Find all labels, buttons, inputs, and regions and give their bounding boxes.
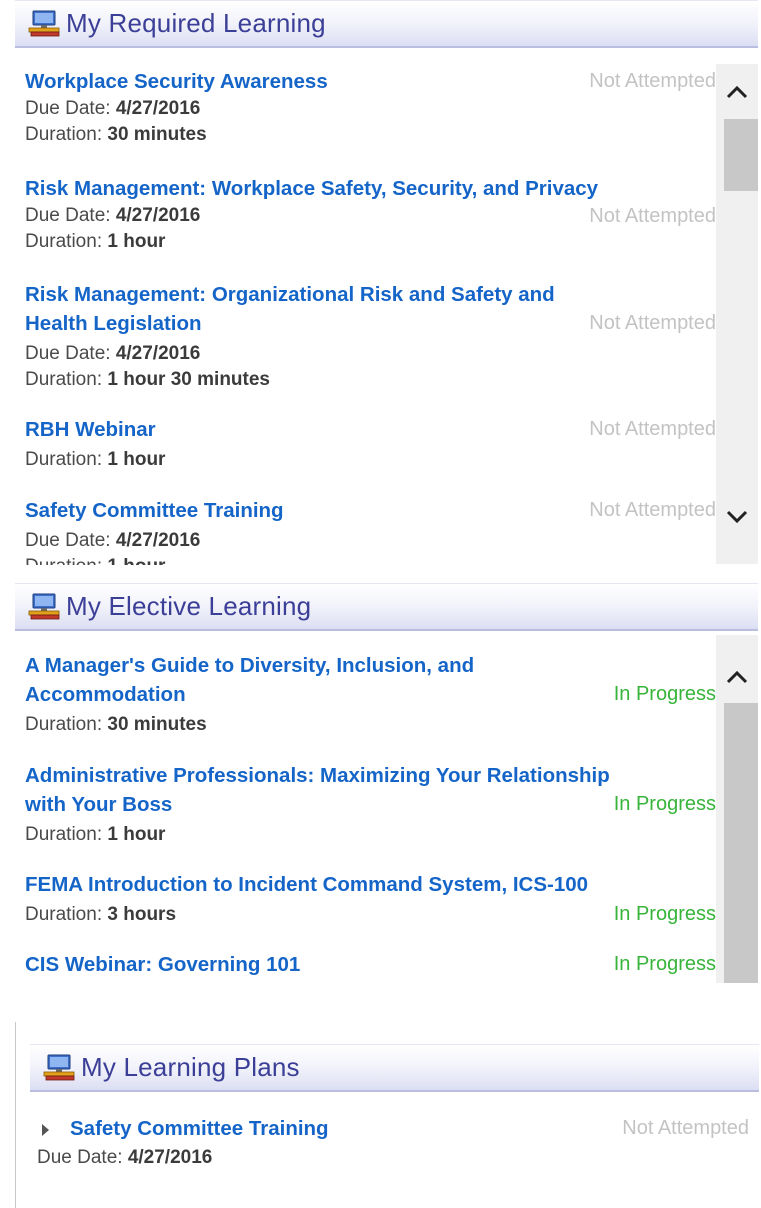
learning-plans-panel: My Learning Plans Safety Committee Train…: [15, 1022, 761, 1208]
list-item: Administrative Professionals: Maximizing…: [15, 761, 716, 848]
required-learning-header: My Required Learning: [15, 0, 758, 48]
learning-plans-list: Safety Committee Training Not Attempted …: [16, 1114, 761, 1208]
duration: Duration: 30 minutes: [25, 124, 207, 145]
chevron-down-icon[interactable]: [716, 496, 758, 536]
panel-title: My Required Learning: [66, 8, 326, 38]
status-label: In Progress: [613, 903, 716, 925]
due-date: Due Date: 4/27/2016: [37, 1147, 213, 1168]
required-learning-list[interactable]: Workplace Security Awareness Not Attempt…: [15, 62, 716, 565]
panel-title: My Elective Learning: [66, 591, 312, 621]
duration: Duration: 1 hour: [25, 824, 166, 845]
status-label: Not Attempted: [589, 205, 716, 227]
computer-books-icon: [27, 592, 61, 622]
elective-learning-header: My Elective Learning: [15, 583, 758, 631]
duration: Duration: 1 hour: [25, 554, 708, 565]
duration: Duration: 1 hour: [25, 449, 166, 470]
scroll-thumb[interactable]: [724, 703, 758, 983]
chevron-up-icon[interactable]: [716, 657, 758, 697]
elective-learning-list[interactable]: A Manager's Guide to Diversity, Inclusio…: [15, 645, 716, 983]
computer-books-icon: [27, 9, 61, 39]
status-label: Not Attempted: [589, 70, 716, 92]
status-label: In Progress: [613, 683, 716, 705]
list-item: RBH Webinar Not Attempted Duration: 1 ho…: [15, 415, 716, 473]
course-title-link[interactable]: Risk Management: Workplace Safety, Secur…: [25, 174, 705, 203]
due-date: Due Date: 4/27/2016: [25, 530, 201, 551]
elective-learning-panel: My Elective Learning A Manager's Guide t…: [15, 583, 758, 983]
list-item: Safety Committee Training Not Attempted …: [28, 1114, 749, 1171]
panel-title: My Learning Plans: [81, 1052, 300, 1082]
elective-scrollbar[interactable]: [716, 635, 758, 983]
list-item: Workplace Security Awareness Not Attempt…: [15, 67, 716, 148]
course-title-link[interactable]: Administrative Professionals: Maximizing…: [25, 761, 705, 819]
course-title-link[interactable]: FEMA Introduction to Incident Command Sy…: [25, 870, 705, 899]
status-label: Not Attempted: [589, 499, 716, 521]
list-item: Risk Management: Organizational Risk and…: [15, 280, 716, 393]
list-item: CIS Webinar: Governing 101 In Progress: [15, 950, 716, 979]
course-title-link[interactable]: A Manager's Guide to Diversity, Inclusio…: [25, 651, 705, 709]
due-date: Due Date: 4/27/2016: [25, 98, 201, 119]
learning-plans-header: My Learning Plans: [30, 1044, 759, 1092]
status-label: Not Attempted: [589, 418, 716, 440]
list-item: A Manager's Guide to Diversity, Inclusio…: [15, 651, 716, 738]
due-date: Due Date: 4/27/2016: [25, 343, 201, 364]
duration: Duration: 3 hours: [25, 904, 177, 925]
required-scrollbar[interactable]: [716, 64, 758, 564]
chevron-up-icon[interactable]: [716, 72, 758, 112]
status-label: In Progress: [613, 793, 716, 815]
duration: Duration: 1 hour: [25, 231, 166, 252]
duration: Duration: 1 hour 30 minutes: [25, 369, 270, 390]
required-learning-panel: My Required Learning Workplace Security …: [15, 0, 758, 565]
list-item: FEMA Introduction to Incident Command Sy…: [15, 870, 716, 928]
caret-right-icon[interactable]: [42, 1124, 49, 1136]
status-label: In Progress: [613, 953, 716, 975]
status-label: Not Attempted: [589, 312, 716, 334]
course-title-link[interactable]: CIS Webinar: Governing 101: [25, 950, 705, 979]
scroll-thumb[interactable]: [724, 119, 758, 191]
list-item: Risk Management: Workplace Safety, Secur…: [15, 174, 716, 255]
duration: Duration: 30 minutes: [25, 714, 207, 735]
computer-books-icon: [42, 1053, 76, 1083]
status-label: Not Attempted: [622, 1117, 749, 1139]
list-item: Safety Committee Training Not Attempted …: [15, 496, 716, 565]
